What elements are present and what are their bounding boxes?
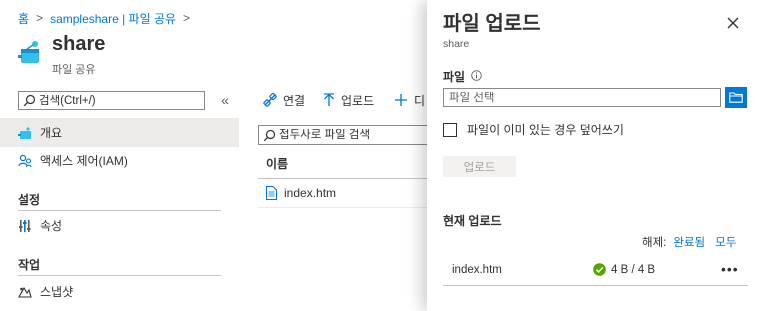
search-icon <box>23 94 36 107</box>
breadcrumb-home-link[interactable]: 홈 <box>18 10 29 27</box>
upload-item: index.htm 4 B / 4 B ••• <box>443 255 748 285</box>
table-row[interactable]: index.htm <box>258 179 428 207</box>
sidebar-search-box[interactable] <box>18 91 205 110</box>
file-prefix-search-box[interactable] <box>258 125 429 145</box>
breadcrumb: 홈 > sampleshare | 파일 공유 > <box>18 10 197 26</box>
file-select-field[interactable] <box>443 88 721 107</box>
chevron-right-icon: > <box>183 11 191 25</box>
document-icon <box>266 186 277 200</box>
properties-icon <box>18 219 32 233</box>
file-field-label: 파일 <box>443 70 466 84</box>
breadcrumb-resource-link[interactable]: sampleshare | 파일 공유 <box>50 10 176 27</box>
file-name[interactable]: index.htm <box>284 186 336 200</box>
page-subtitle: 파일 공유 <box>52 64 96 76</box>
close-icon <box>727 17 739 29</box>
sidebar-item-label: 속성 <box>40 219 63 233</box>
section-title-operations: 작업 <box>18 258 41 272</box>
browse-files-button[interactable] <box>725 87 747 108</box>
sidebar-item-label: 개요 <box>40 126 63 140</box>
page-title: share <box>52 33 106 55</box>
sidebar-item-access-control[interactable]: 액세스 제어(IAM) <box>0 146 239 175</box>
people-icon <box>18 154 32 168</box>
folder-icon <box>729 92 743 103</box>
overwrite-checkbox[interactable] <box>443 122 457 137</box>
link-icon <box>263 93 277 107</box>
chevron-right-icon: > <box>36 11 44 25</box>
section-divider <box>18 275 221 276</box>
panel-title: 파일 업로드 <box>443 13 541 35</box>
search-icon <box>263 129 276 141</box>
file-prefix-search-input[interactable] <box>279 129 429 141</box>
sidebar-item-properties[interactable]: 속성 <box>0 211 239 240</box>
snapshot-icon <box>18 285 32 299</box>
panel-subtitle: share <box>443 38 470 50</box>
upload-item-filename: index.htm <box>452 264 502 276</box>
clear-label: 해제: <box>642 237 667 249</box>
more-options-button[interactable]: ••• <box>721 261 739 277</box>
section-title-settings: 설정 <box>18 193 41 207</box>
sidebar-item-label: 액세스 제어(IAM) <box>40 154 128 168</box>
row-divider <box>258 207 428 208</box>
overwrite-label[interactable]: 파일이 이미 있는 경우 덮어쓰기 <box>467 121 624 138</box>
more-icon: ••• <box>721 261 739 277</box>
file-share-icon <box>18 126 32 140</box>
column-header-name[interactable]: 이름 <box>266 155 288 172</box>
clear-uploads-row: 해제: 완료됨 모두 <box>642 234 736 250</box>
clear-all-link[interactable]: 모두 <box>715 234 736 250</box>
upload-file-panel: 파일 업로드 share 파일 파일이 이미 있는 경우 덮어쓰기 업로드 현재… <box>427 0 765 311</box>
upload-arrow-icon <box>323 93 335 107</box>
file-field-label-row: 파일 <box>443 68 482 85</box>
add-directory-button[interactable]: 디 <box>394 90 425 110</box>
connect-button-label: 연결 <box>283 93 306 108</box>
upload-item-progress: 4 B / 4 B <box>611 264 656 276</box>
file-select-input[interactable] <box>444 91 719 104</box>
overwrite-option[interactable]: 파일이 이미 있는 경우 덮어쓰기 <box>443 121 624 138</box>
sidebar-item-label: 스냅샷 <box>40 285 74 299</box>
sidebar-item-snapshots[interactable]: 스냅샷 <box>0 277 239 306</box>
sidebar-item-overview[interactable]: 개요 <box>0 118 239 147</box>
success-check-icon <box>593 263 606 279</box>
file-share-icon <box>18 38 42 66</box>
sidebar-search-input[interactable] <box>39 94 199 107</box>
upload-button-label: 업로드 <box>341 93 375 108</box>
add-directory-label: 디 <box>414 93 426 108</box>
info-icon[interactable] <box>471 69 482 84</box>
upload-item-divider <box>443 285 748 286</box>
upload-button[interactable]: 업로드 <box>323 90 374 110</box>
upload-submit-button[interactable]: 업로드 <box>443 156 516 177</box>
connect-button[interactable]: 연결 <box>263 90 305 110</box>
plus-icon <box>394 93 408 107</box>
clear-completed-link[interactable]: 완료됨 <box>673 234 705 250</box>
close-panel-button[interactable] <box>724 14 742 32</box>
current-uploads-heading: 현재 업로드 <box>443 214 502 228</box>
collapse-sidebar-button[interactable]: « <box>217 92 233 108</box>
